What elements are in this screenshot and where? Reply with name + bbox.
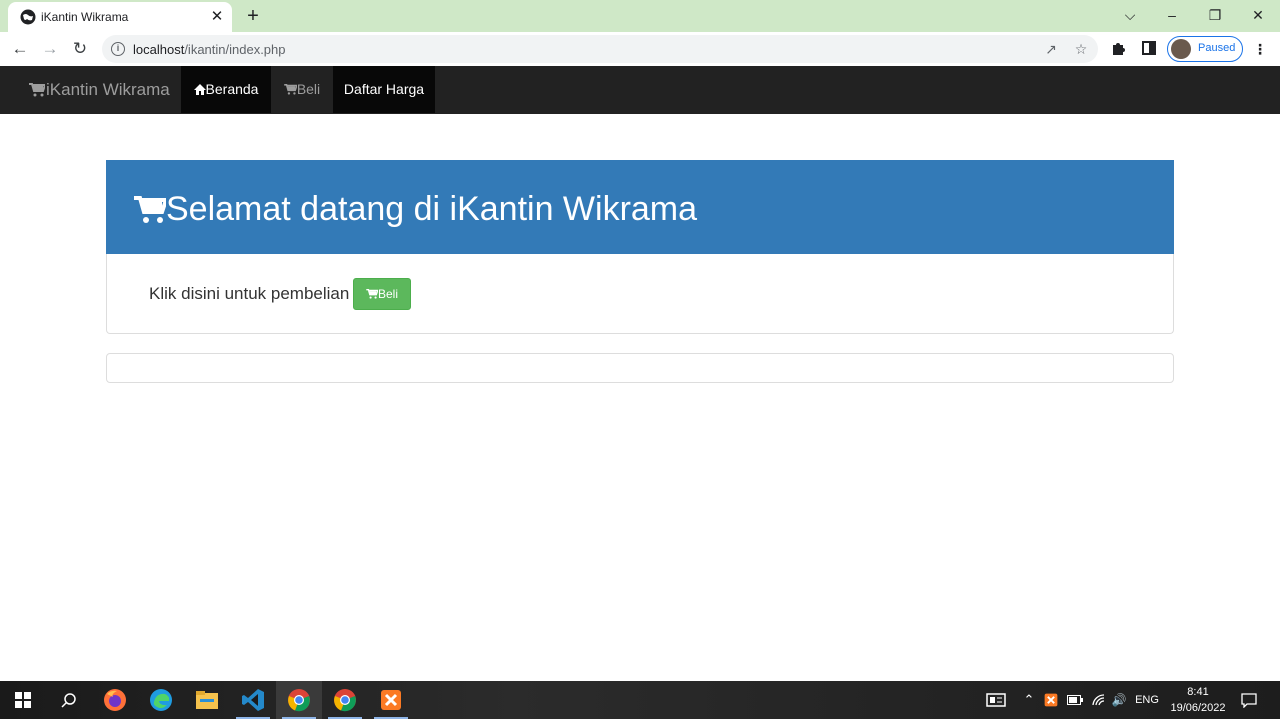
url-path: /ikantin/index.php <box>184 42 286 57</box>
address-bar[interactable]: i localhost/ikantin/index.php ↗ ☆ <box>102 35 1098 63</box>
edge-icon[interactable] <box>138 681 184 719</box>
chevron-up-icon[interactable]: ⌃ <box>1020 681 1038 719</box>
welcome-title: Selamat datang di iKantin Wikrama <box>166 190 698 228</box>
chrome-icon[interactable] <box>276 681 322 719</box>
avatar <box>1171 39 1191 59</box>
cart-icon <box>366 289 378 299</box>
volume-icon[interactable]: 🔊 <box>1110 681 1128 719</box>
minimize-button[interactable]: – <box>1152 0 1192 30</box>
windows-taskbar: ⌃ 🔊 ENG 8:41 19/06/2022 <box>0 681 1280 719</box>
cart-icon <box>134 195 166 223</box>
close-window-button[interactable]: ✕ <box>1238 0 1278 30</box>
xampp-icon[interactable] <box>368 681 414 719</box>
site-navbar: iKantin Wikrama Beranda Beli Daftar Harg… <box>0 66 1280 114</box>
globe-icon <box>20 9 36 25</box>
firefox-icon[interactable] <box>92 681 138 719</box>
url-text[interactable]: localhost/ikantin/index.php <box>133 42 286 57</box>
menu-kebab-icon[interactable]: ⋮ <box>1251 40 1269 58</box>
tab-close-button[interactable]: ✕ <box>208 8 226 26</box>
clock-time: 8:41 <box>1187 686 1209 698</box>
buy-button[interactable]: Beli <box>353 278 411 310</box>
clock-date: 19/06/2022 <box>1170 702 1226 714</box>
purchase-text: Klik disini untuk pembelian <box>149 284 350 303</box>
nav-item-beli[interactable]: Beli <box>271 66 333 113</box>
clock[interactable]: 8:41 19/06/2022 <box>1166 684 1230 716</box>
brand-label: iKantin Wikrama <box>46 80 170 99</box>
language-indicator[interactable]: ENG <box>1133 681 1161 719</box>
info-icon[interactable]: i <box>111 42 125 56</box>
profile-status: Paused <box>1198 42 1236 54</box>
nav-label-beli: Beli <box>296 81 321 97</box>
wifi-icon[interactable] <box>1090 681 1108 719</box>
restore-button[interactable]: ❐ <box>1195 0 1235 30</box>
start-windows-icon[interactable] <box>0 681 46 719</box>
notification-icon[interactable] <box>1238 681 1260 719</box>
home-icon <box>193 84 206 95</box>
navbar-brand[interactable]: iKantin Wikrama <box>29 80 170 100</box>
search-icon[interactable] <box>46 681 92 719</box>
extensions-puzzle-icon[interactable] <box>1110 40 1128 58</box>
profile-button[interactable]: Paused <box>1167 36 1243 62</box>
page-title: Selamat datang di iKantin Wikrama <box>134 190 697 229</box>
nav-item-daftar-harga[interactable]: Daftar Harga <box>333 66 435 113</box>
side-panel-icon[interactable] <box>1140 40 1158 58</box>
chrome-profile-icon[interactable] <box>322 681 368 719</box>
nav-item-beranda[interactable]: Beranda <box>181 66 271 113</box>
welcome-panel-heading: Selamat datang di iKantin Wikrama <box>106 160 1174 254</box>
vscode-icon[interactable] <box>230 681 276 719</box>
nav-label-daftar-harga: Daftar Harga <box>343 81 425 97</box>
reload-icon[interactable]: ↻ <box>68 37 92 61</box>
nav-label-beranda: Beranda <box>205 81 259 97</box>
bookmark-star-icon[interactable]: ☆ <box>1072 40 1090 58</box>
tab-search-chevron-icon[interactable]: ⌵ <box>1110 0 1150 30</box>
file-explorer-icon[interactable] <box>184 681 230 719</box>
tab-title: iKantin Wikrama <box>41 10 129 24</box>
battery-icon[interactable] <box>1066 681 1084 719</box>
back-arrow-icon[interactable]: ← <box>8 37 32 61</box>
welcome-panel-body: Klik disini untuk pembelian Beli <box>106 254 1174 334</box>
xampp-tray-icon[interactable] <box>1042 681 1060 719</box>
forward-arrow-icon[interactable]: → <box>38 37 62 61</box>
browser-tabstrip: iKantin Wikrama ✕ + ⌵ – ❐ ✕ <box>0 0 1280 32</box>
news-widget-icon[interactable] <box>984 681 1008 719</box>
browser-toolbar: ← → ↻ i localhost/ikantin/index.php ↗ ☆ … <box>0 32 1280 66</box>
share-icon[interactable]: ↗ <box>1042 40 1060 58</box>
cart-icon <box>284 84 297 95</box>
cart-icon <box>29 83 45 97</box>
new-tab-button[interactable]: + <box>242 5 264 27</box>
empty-panel <box>106 353 1174 383</box>
browser-tab[interactable]: iKantin Wikrama ✕ <box>8 2 232 32</box>
url-host: localhost <box>133 42 185 57</box>
buy-button-label: Beli <box>377 287 398 301</box>
